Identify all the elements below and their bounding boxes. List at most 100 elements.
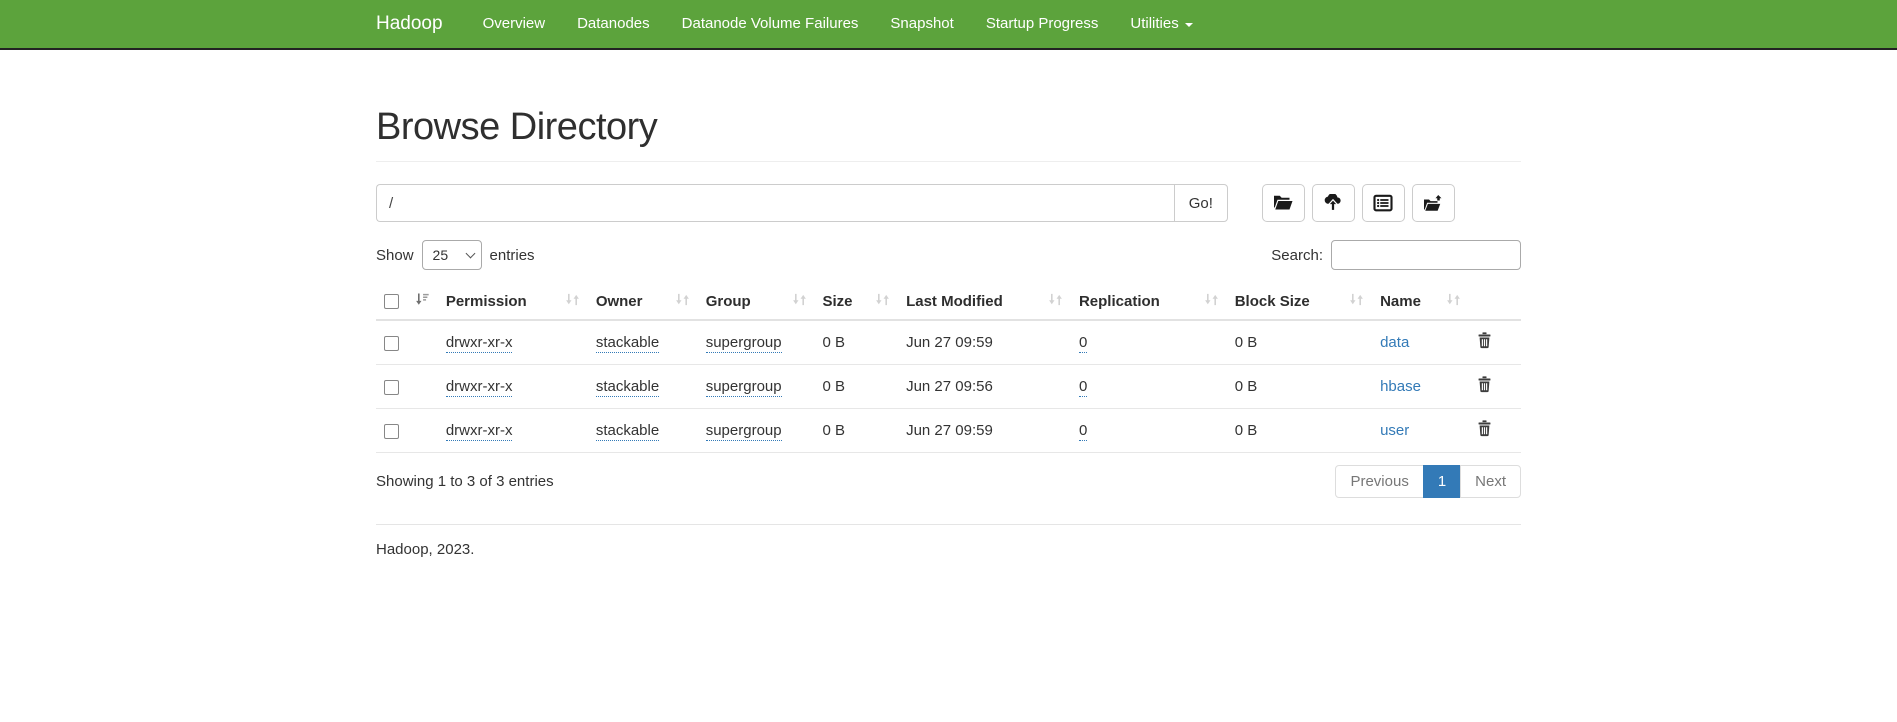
table-row: drwxr-xr-x stackable supergroup 0 B Jun …: [376, 409, 1521, 453]
table-header-row: Permission Owner: [376, 284, 1521, 320]
block-size-cell: 0 B: [1235, 334, 1258, 351]
owner-cell[interactable]: stackable: [596, 378, 659, 397]
permission-cell[interactable]: drwxr-xr-x: [446, 334, 513, 353]
directory-link[interactable]: hbase: [1380, 378, 1421, 395]
owner-cell[interactable]: stackable: [596, 334, 659, 353]
directory-input-group: Go!: [376, 184, 1228, 222]
directory-path-input[interactable]: [376, 184, 1174, 222]
pagination-page-1: 1: [1424, 465, 1461, 498]
column-label: Group: [706, 293, 751, 310]
column-label: Owner: [596, 293, 643, 310]
size-cell: 0 B: [823, 422, 846, 439]
table-row: drwxr-xr-x stackable supergroup 0 B Jun …: [376, 365, 1521, 409]
directory-link[interactable]: user: [1380, 422, 1409, 439]
column-header-name[interactable]: Name: [1372, 284, 1469, 320]
show-label: Show: [376, 247, 414, 264]
folder-open-icon: [1273, 194, 1293, 212]
group-cell[interactable]: supergroup: [706, 422, 782, 441]
column-header-last-modified[interactable]: Last Modified: [898, 284, 1071, 320]
page-header: Browse Directory: [376, 106, 1521, 162]
entries-info: Showing 1 to 3 of 3 entries: [376, 473, 554, 490]
pagination-next: Next: [1461, 465, 1521, 498]
move-to-directory-button[interactable]: [1412, 184, 1455, 222]
column-header-owner[interactable]: Owner: [588, 284, 698, 320]
column-label: Block Size: [1235, 293, 1310, 310]
replication-cell[interactable]: 0: [1079, 378, 1087, 397]
table-row: drwxr-xr-x stackable supergroup 0 B Jun …: [376, 320, 1521, 365]
block-size-cell: 0 B: [1235, 378, 1258, 395]
column-label: Name: [1380, 293, 1421, 310]
cloud-upload-icon: [1323, 194, 1343, 212]
directory-actions-toolbar: [1262, 184, 1455, 222]
column-header-size[interactable]: Size: [815, 284, 899, 320]
column-header-actions: [1469, 284, 1521, 320]
sort-both-icon: [565, 292, 580, 311]
delete-button[interactable]: [1477, 376, 1492, 393]
delete-button[interactable]: [1477, 332, 1492, 349]
search-input[interactable]: [1331, 240, 1521, 270]
size-cell: 0 B: [823, 334, 846, 351]
chevron-down-icon: [1185, 23, 1193, 27]
nav-item-utilities-dropdown[interactable]: Utilities: [1114, 0, 1208, 49]
directory-summary-button[interactable]: [1362, 184, 1405, 222]
site-footer: Hadoop, 2023.: [376, 541, 1521, 618]
list-alt-icon: [1373, 194, 1393, 212]
nav-item-startup-progress[interactable]: Startup Progress: [970, 0, 1115, 49]
nav-item-datanode-volume-failures[interactable]: Datanode Volume Failures: [666, 0, 875, 49]
directory-link[interactable]: data: [1380, 334, 1409, 351]
sort-active-icon[interactable]: [415, 292, 430, 311]
row-checkbox[interactable]: [384, 424, 399, 439]
row-checkbox[interactable]: [384, 336, 399, 351]
replication-cell[interactable]: 0: [1079, 422, 1087, 441]
replication-cell[interactable]: 0: [1079, 334, 1087, 353]
group-cell[interactable]: supergroup: [706, 334, 782, 353]
group-cell[interactable]: supergroup: [706, 378, 782, 397]
last-modified-cell: Jun 27 09:56: [906, 378, 993, 395]
row-checkbox[interactable]: [384, 380, 399, 395]
nav-item-datanodes[interactable]: Datanodes: [561, 0, 666, 49]
column-label: Replication: [1079, 293, 1160, 310]
folder-move-icon: [1423, 194, 1443, 212]
owner-cell[interactable]: stackable: [596, 422, 659, 441]
trash-icon: [1477, 337, 1492, 352]
next-button[interactable]: Next: [1460, 465, 1521, 498]
sort-both-icon: [1349, 292, 1364, 311]
sort-both-icon: [875, 292, 890, 311]
sort-both-icon: [1446, 292, 1461, 311]
previous-button[interactable]: Previous: [1335, 465, 1423, 498]
brand-hadoop[interactable]: Hadoop: [376, 0, 443, 49]
nav-item-overview[interactable]: Overview: [467, 0, 562, 49]
column-header-replication[interactable]: Replication: [1071, 284, 1227, 320]
pagination-previous: Previous: [1335, 465, 1423, 498]
create-directory-button[interactable]: [1262, 184, 1305, 222]
delete-button[interactable]: [1477, 420, 1492, 437]
select-all-header: [376, 284, 438, 320]
last-modified-cell: Jun 27 09:59: [906, 422, 993, 439]
go-button[interactable]: Go!: [1174, 184, 1228, 222]
utilities-label: Utilities: [1130, 0, 1178, 49]
table-controls: Show 25 entries Search:: [376, 240, 1521, 270]
permission-cell[interactable]: drwxr-xr-x: [446, 378, 513, 397]
nav-item-snapshot[interactable]: Snapshot: [874, 0, 969, 49]
permission-cell[interactable]: drwxr-xr-x: [446, 422, 513, 441]
page-1-button[interactable]: 1: [1423, 465, 1461, 498]
column-header-block-size[interactable]: Block Size: [1227, 284, 1372, 320]
column-label: Permission: [446, 293, 527, 310]
upload-files-button[interactable]: [1312, 184, 1355, 222]
sort-both-icon: [792, 292, 807, 311]
footer-divider: [376, 524, 1521, 525]
entries-label: entries: [490, 247, 535, 264]
column-header-permission[interactable]: Permission: [438, 284, 588, 320]
column-label: Last Modified: [906, 293, 1003, 310]
sort-both-icon: [675, 292, 690, 311]
table-search-control: Search:: [1271, 240, 1521, 270]
trash-icon: [1477, 425, 1492, 440]
page-title: Browse Directory: [376, 106, 1521, 149]
entries-per-page-select[interactable]: 25: [422, 240, 482, 270]
select-all-checkbox[interactable]: [384, 294, 399, 309]
search-label: Search:: [1271, 247, 1323, 264]
table-footer-bar: Showing 1 to 3 of 3 entries Previous 1 N…: [376, 465, 1521, 498]
page-length-control: Show 25 entries: [376, 240, 535, 270]
column-header-group[interactable]: Group: [698, 284, 815, 320]
column-label: Size: [823, 293, 853, 310]
